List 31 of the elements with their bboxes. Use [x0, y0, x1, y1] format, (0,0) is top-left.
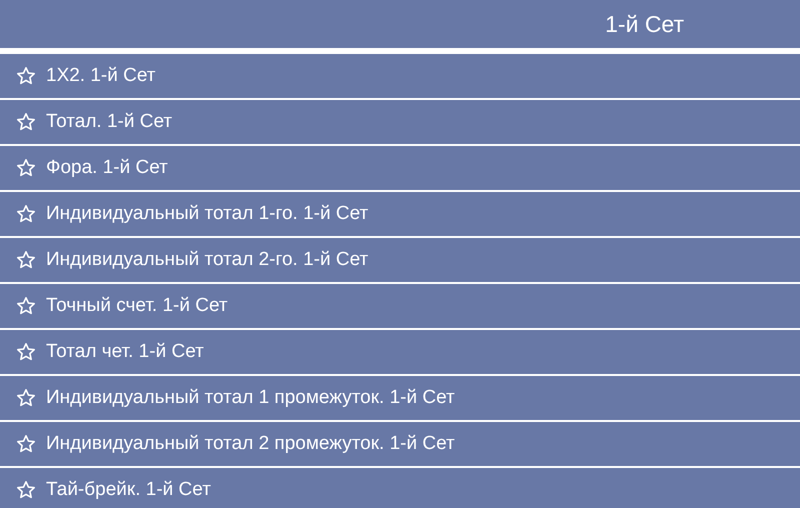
market-row[interactable]: Тотал. 1-й Сет [0, 100, 800, 146]
star-icon[interactable] [16, 204, 36, 224]
market-label: Тотал. 1-й Сет [46, 111, 172, 133]
star-icon[interactable] [16, 250, 36, 270]
market-row[interactable]: 1X2. 1-й Сет [0, 54, 800, 100]
market-label: 1X2. 1-й Сет [46, 65, 156, 87]
market-row[interactable]: Индивидуальный тотал 1-го. 1-й Сет [0, 192, 800, 238]
market-row[interactable]: Индивидуальный тотал 2-го. 1-й Сет [0, 238, 800, 284]
star-icon[interactable] [16, 480, 36, 500]
market-label: Индивидуальный тотал 1-го. 1-й Сет [46, 203, 368, 225]
market-label: Индивидуальный тотал 2 промежуток. 1-й Сет [46, 433, 455, 455]
market-label: Индивидуальный тотал 2-го. 1-й Сет [46, 249, 368, 271]
market-label: Фора. 1-й Сет [46, 157, 168, 179]
market-row[interactable]: Тай-брейк. 1-й Сет [0, 468, 800, 508]
market-row[interactable]: Тотал чет. 1-й Сет [0, 330, 800, 376]
star-icon[interactable] [16, 296, 36, 316]
market-label: Тай-брейк. 1-й Сет [46, 479, 211, 501]
star-icon[interactable] [16, 158, 36, 178]
star-icon[interactable] [16, 388, 36, 408]
star-icon[interactable] [16, 66, 36, 86]
market-label: Индивидуальный тотал 1 промежуток. 1-й Сет [46, 387, 455, 409]
star-icon[interactable] [16, 342, 36, 362]
market-row[interactable]: Фора. 1-й Сет [0, 146, 800, 192]
star-icon[interactable] [16, 434, 36, 454]
market-label: Точный счет. 1-й Сет [46, 295, 228, 317]
market-row[interactable]: Индивидуальный тотал 1 промежуток. 1-й Сет [0, 376, 800, 422]
star-icon[interactable] [16, 112, 36, 132]
market-row[interactable]: Индивидуальный тотал 2 промежуток. 1-й Сет [0, 422, 800, 468]
market-row[interactable]: Точный счет. 1-й Сет [0, 284, 800, 330]
market-label: Тотал чет. 1-й Сет [46, 341, 204, 363]
section-title: 1-й Сет [605, 10, 684, 38]
